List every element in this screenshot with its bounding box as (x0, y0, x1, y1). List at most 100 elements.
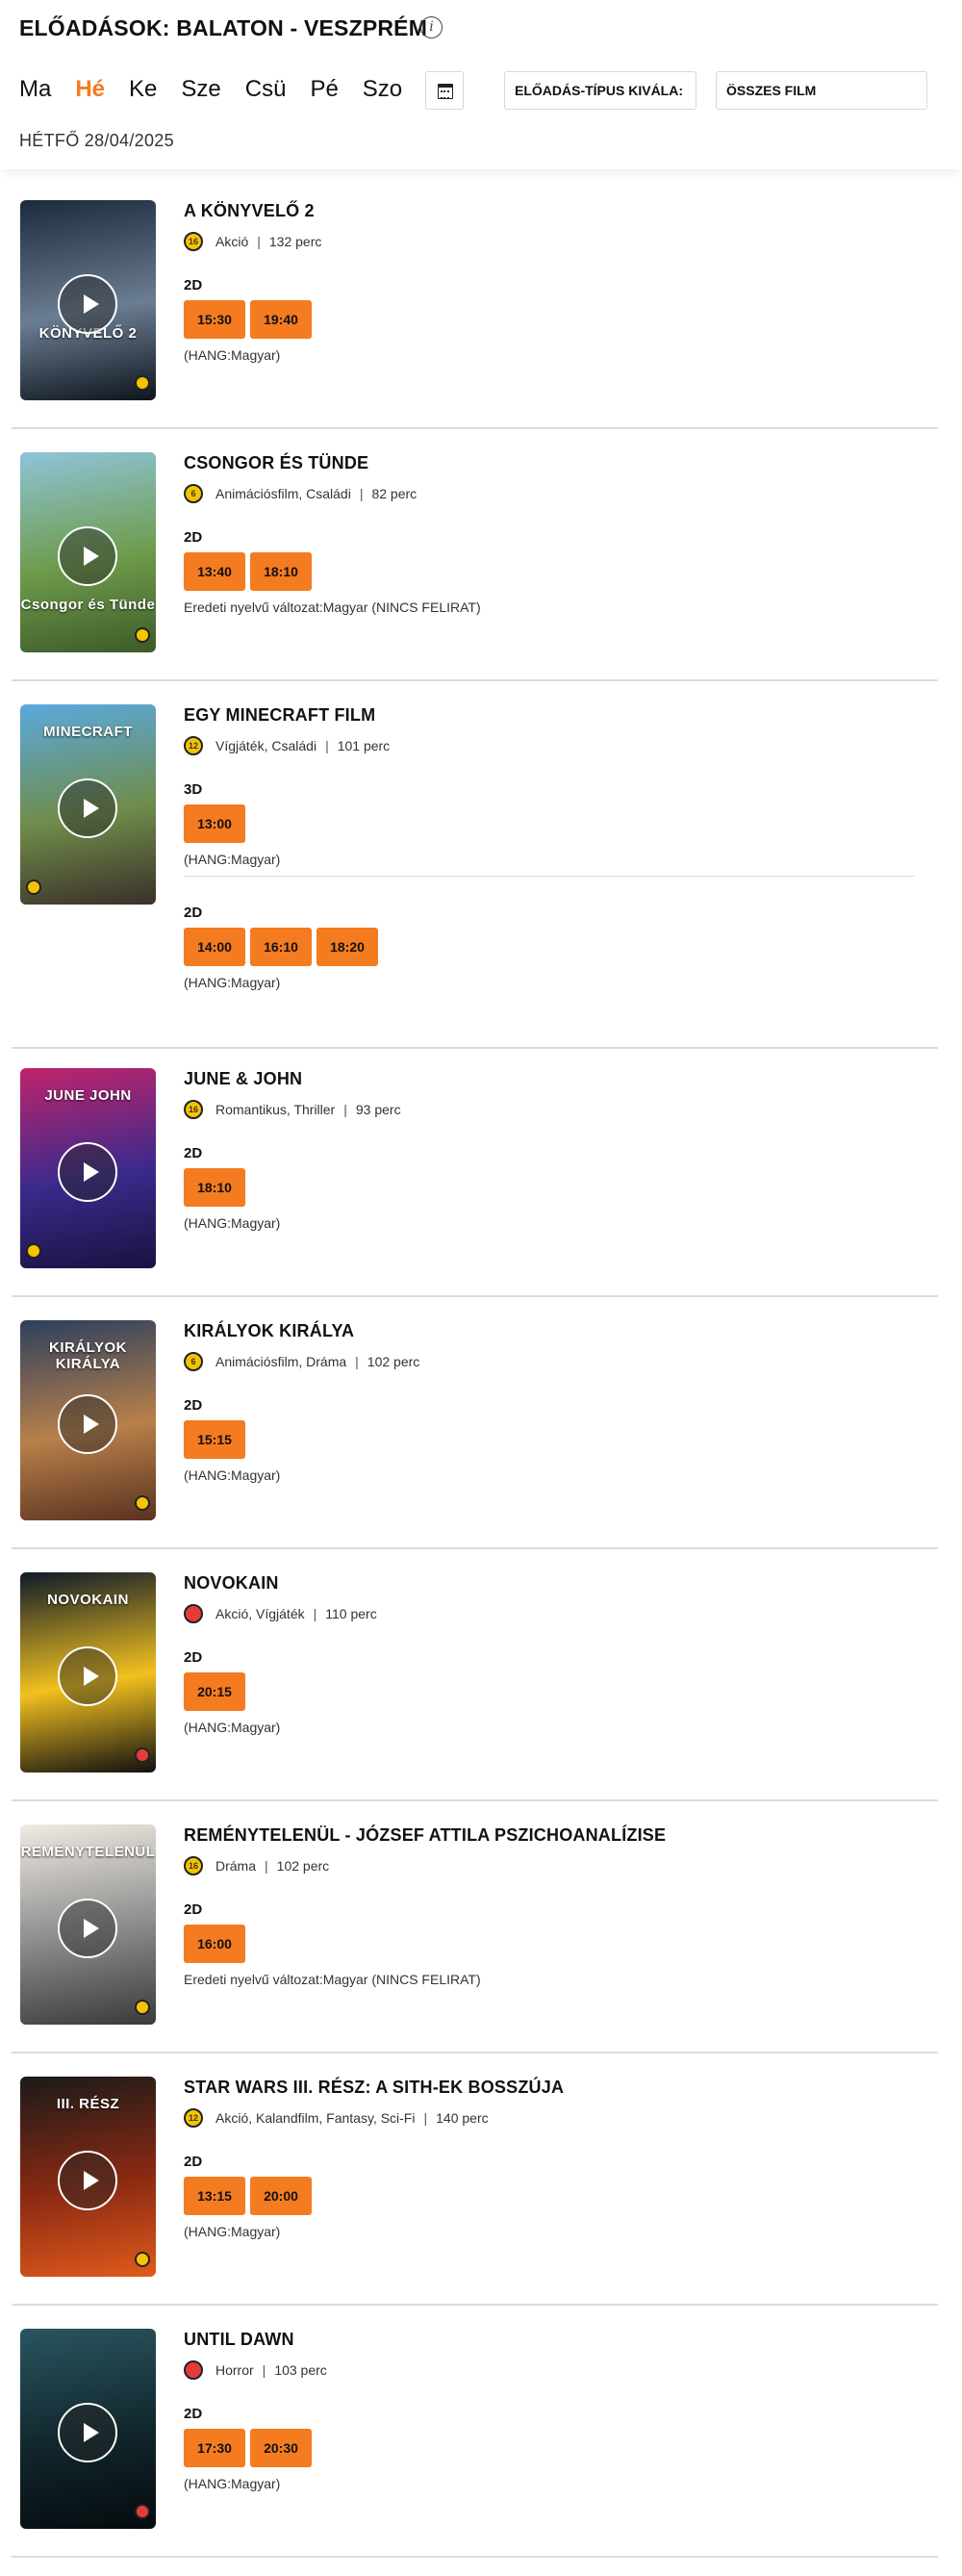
showtime-list: 17:30 20:30 (184, 2429, 316, 2467)
age-rating-icon: 16 (184, 1856, 203, 1875)
meta-separator: | (265, 1858, 268, 1874)
showtime-button[interactable]: 18:10 (184, 1168, 245, 1207)
showtime-button[interactable]: 17:30 (184, 2429, 245, 2467)
showtime-button[interactable]: 16:00 (184, 1925, 245, 1963)
header: ELŐADÁSOK: BALATON - VESZPRÉM i Ma Hé Ke Sz… (0, 0, 962, 169)
screening-language: (HANG:Magyar) (184, 347, 281, 363)
film-poster[interactable]: KÖNYVELŐ 2 (20, 200, 156, 400)
play-trailer-icon[interactable] (58, 1899, 117, 1958)
film-title[interactable]: STAR WARS III. RÉSZ: A SITH-EK BOSSZÚJA (184, 2078, 564, 2098)
film-title[interactable]: CSONGOR ÉS TÜNDE (184, 453, 368, 473)
day-tab-2[interactable]: Ke (129, 75, 157, 104)
play-trailer-icon[interactable] (58, 2403, 117, 2462)
day-tabs: Ma Hé Ke Sze Csü Pé Szo (19, 75, 426, 104)
film-row: REMÉNYTELENÜL REMÉNYTELENÜL - JÓZSEF ATTI… (12, 1824, 938, 2053)
screening-format: 3D (184, 781, 203, 798)
film-select[interactable]: ÖSSZES FILM (716, 71, 927, 110)
film-meta: 16 Romantikus, Thriller | 93 perc (184, 1100, 401, 1119)
day-tab-4[interactable]: Csü (245, 75, 287, 104)
age-rating-icon: 12 (184, 2108, 203, 2128)
showtime-button[interactable]: 20:00 (250, 2177, 312, 2215)
film-row: III. RÉSZ STAR WARS III. RÉSZ: A SITH-EK … (12, 2077, 938, 2306)
film-title[interactable]: A KÖNYVELŐ 2 (184, 201, 315, 221)
film-poster[interactable]: REMÉNYTELENÜL (20, 1824, 156, 2025)
film-poster[interactable] (20, 2329, 156, 2529)
film-title[interactable]: KIRÁLYOK KIRÁLYA (184, 1321, 354, 1341)
info-icon[interactable]: i (420, 16, 443, 38)
showtime-list: 15:30 19:40 (184, 300, 316, 339)
showtime-button[interactable]: 16:10 (250, 928, 312, 966)
film-poster[interactable]: Csongor és Tünde (20, 452, 156, 652)
film-title[interactable]: JUNE & JOHN (184, 1069, 302, 1089)
screening-type-select[interactable]: ELŐADÁS-TÍPUS KIVÁLA: (504, 71, 696, 110)
film-title[interactable]: REMÉNYTELENÜL - JÓZSEF ATTILA PSZICHOANA… (184, 1825, 666, 1846)
page-title: ELŐADÁSOK: BALATON - VESZPRÉM (19, 15, 428, 40)
film-genre: Akció (215, 234, 249, 249)
screening-language: (HANG:Magyar) (184, 1215, 281, 1231)
calendar-button[interactable] (425, 71, 464, 110)
day-tab-0[interactable]: Ma (19, 75, 51, 104)
showtime-button[interactable]: 18:10 (250, 552, 312, 591)
screening-language: (HANG:Magyar) (184, 1720, 281, 1735)
showtime-list: 13:15 20:00 (184, 2177, 316, 2215)
film-genre: Dráma (215, 1858, 257, 1874)
film-duration: 93 perc (355, 1102, 401, 1117)
poster-age-rating-icon (135, 2252, 150, 2267)
film-meta: 16 Akció | 132 perc (184, 232, 321, 251)
day-tab-5[interactable]: Pé (310, 75, 338, 104)
meta-separator: | (313, 1606, 317, 1621)
day-tab-3[interactable]: Sze (181, 75, 220, 104)
showtime-button[interactable]: 13:40 (184, 552, 245, 591)
day-tab-6[interactable]: Szo (363, 75, 402, 104)
poster-age-rating-icon (135, 2000, 150, 2015)
film-row: Csongor és Tünde CSONGOR ÉS TÜNDE 6 Animáci… (12, 452, 938, 681)
film-poster[interactable]: NOVOKAIN (20, 1572, 156, 1773)
film-poster[interactable]: III. RÉSZ (20, 2077, 156, 2277)
play-trailer-icon[interactable] (58, 1646, 117, 1706)
showtime-button[interactable]: 20:30 (250, 2429, 312, 2467)
showtime-button[interactable]: 13:15 (184, 2177, 245, 2215)
showtime-list: 13:40 18:10 (184, 552, 481, 591)
meta-separator: | (325, 738, 329, 753)
film-row: KÖNYVELŐ 2 A KÖNYVELŐ 2 16 Akció | 132 perc 2D… (12, 200, 938, 429)
film-meta: 16 Dráma | 102 perc (184, 1856, 329, 1875)
film-row: JUNE JOHN JUNE & JOHN 16 Romantikus, Thrill… (12, 1068, 938, 1297)
film-title[interactable]: EGY MINECRAFT FILM (184, 705, 375, 726)
calendar-icon (438, 84, 453, 99)
screening-language: (HANG:Magyar) (184, 1467, 281, 1483)
day-tab-1[interactable]: Hé (75, 75, 105, 104)
play-trailer-icon[interactable] (58, 526, 117, 586)
film-genre: Vígjáték, Családi (215, 738, 317, 753)
film-poster[interactable]: KIRÁLYOK KIRÁLYA (20, 1320, 156, 1520)
showtime-button[interactable]: 18:20 (316, 928, 378, 966)
screening-format: 2D (184, 1649, 203, 1666)
showtime-button[interactable]: 19:40 (250, 300, 312, 339)
play-trailer-icon[interactable] (58, 1142, 117, 1202)
screening-language: (HANG:Magyar) (184, 2476, 281, 2491)
play-trailer-icon[interactable] (58, 1394, 117, 1454)
film-poster[interactable]: JUNE JOHN (20, 1068, 156, 1268)
screening-language: Eredeti nyelvű változat:Magyar (NINCS FE… (184, 599, 481, 615)
meta-separator: | (257, 234, 261, 249)
play-trailer-icon[interactable] (58, 274, 117, 334)
film-poster[interactable]: MINECRAFT (20, 704, 156, 905)
screening-version: 2D 14:00 16:10 18:20 (HANG:Magyar) (184, 905, 383, 990)
age-rating-icon: 16 (184, 1100, 203, 1119)
showtime-button[interactable]: 20:15 (184, 1672, 245, 1711)
play-trailer-icon[interactable] (58, 2151, 117, 2210)
film-genre: Horror (215, 2362, 254, 2378)
film-title[interactable]: NOVOKAIN (184, 1573, 279, 1594)
film-title[interactable]: UNTIL DAWN (184, 2330, 294, 2350)
poster-title-text: MINECRAFT (43, 724, 133, 740)
meta-separator: | (355, 1354, 359, 1369)
showtime-button[interactable]: 13:00 (184, 804, 245, 843)
film-duration: 82 perc (371, 486, 418, 501)
showtime-button[interactable]: 15:30 (184, 300, 245, 339)
play-trailer-icon[interactable] (58, 778, 117, 838)
showtime-button[interactable]: 14:00 (184, 928, 245, 966)
showtime-list: 18:10 (184, 1168, 280, 1207)
age-rating-icon: 6 (184, 484, 203, 503)
showtime-button[interactable]: 15:15 (184, 1420, 245, 1459)
film-duration: 103 perc (274, 2362, 327, 2378)
screening-format: 2D (184, 2154, 203, 2170)
